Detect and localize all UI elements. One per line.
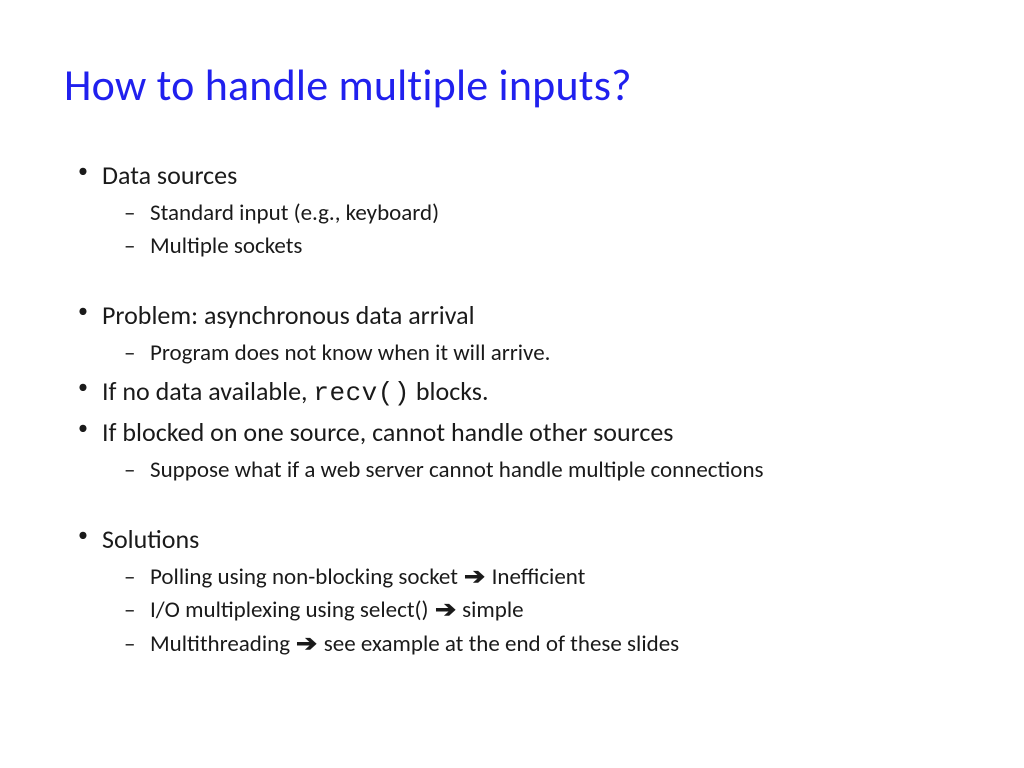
bullet-list: Data sourcesStandard input (e.g., keyboa… <box>64 158 964 661</box>
sub-list-item: Multithreading ➔ see example at the end … <box>150 628 964 661</box>
text-run: simple <box>457 596 524 624</box>
arrow-icon: ➔ <box>435 594 456 627</box>
text-run: Inefficient <box>486 563 585 591</box>
arrow-icon: ➔ <box>296 628 317 661</box>
sub-list-item: I/O multiplexing using select() ➔ simple <box>150 594 964 627</box>
arrow-icon: ➔ <box>464 561 485 594</box>
text-run: Multithreading <box>150 630 295 658</box>
sub-list: Standard input (e.g., keyboard)Multiple … <box>102 197 964 264</box>
sub-list: Program does not know when it will arriv… <box>102 337 964 370</box>
list-item: SolutionsPolling using non-blocking sock… <box>102 522 964 661</box>
sub-list-item: Suppose what if a web server cannot hand… <box>150 454 964 487</box>
code-run: recv() <box>313 378 410 408</box>
slide-title: How to handle multiple inputs? <box>64 58 964 112</box>
sub-list-item: Program does not know when it will arriv… <box>150 337 964 370</box>
list-item: If blocked on one source, cannot handle … <box>102 415 964 487</box>
sub-list-item: Multiple sockets <box>150 230 964 263</box>
list-item: Problem: asynchronous data arrivalProgra… <box>102 298 964 370</box>
list-item <box>102 268 964 294</box>
list-item: If no data available, recv() blocks. <box>102 374 964 411</box>
list-item <box>102 492 964 518</box>
list-item: Data sourcesStandard input (e.g., keyboa… <box>102 158 964 264</box>
text-run: If no data available, <box>102 375 313 407</box>
sub-list-item: Polling using non-blocking socket ➔ Inef… <box>150 561 964 594</box>
text-run: see example at the end of these slides <box>319 630 680 658</box>
text-run: Polling using non-blocking socket <box>150 563 463 591</box>
text-run: blocks. <box>410 375 489 407</box>
sub-list-item: Standard input (e.g., keyboard) <box>150 197 964 230</box>
sub-list: Polling using non-blocking socket ➔ Inef… <box>102 561 964 661</box>
text-run: I/O multiplexing using select() <box>150 596 434 624</box>
slide-content: How to handle multiple inputs? Data sour… <box>0 0 1024 705</box>
sub-list: Suppose what if a web server cannot hand… <box>102 454 964 487</box>
